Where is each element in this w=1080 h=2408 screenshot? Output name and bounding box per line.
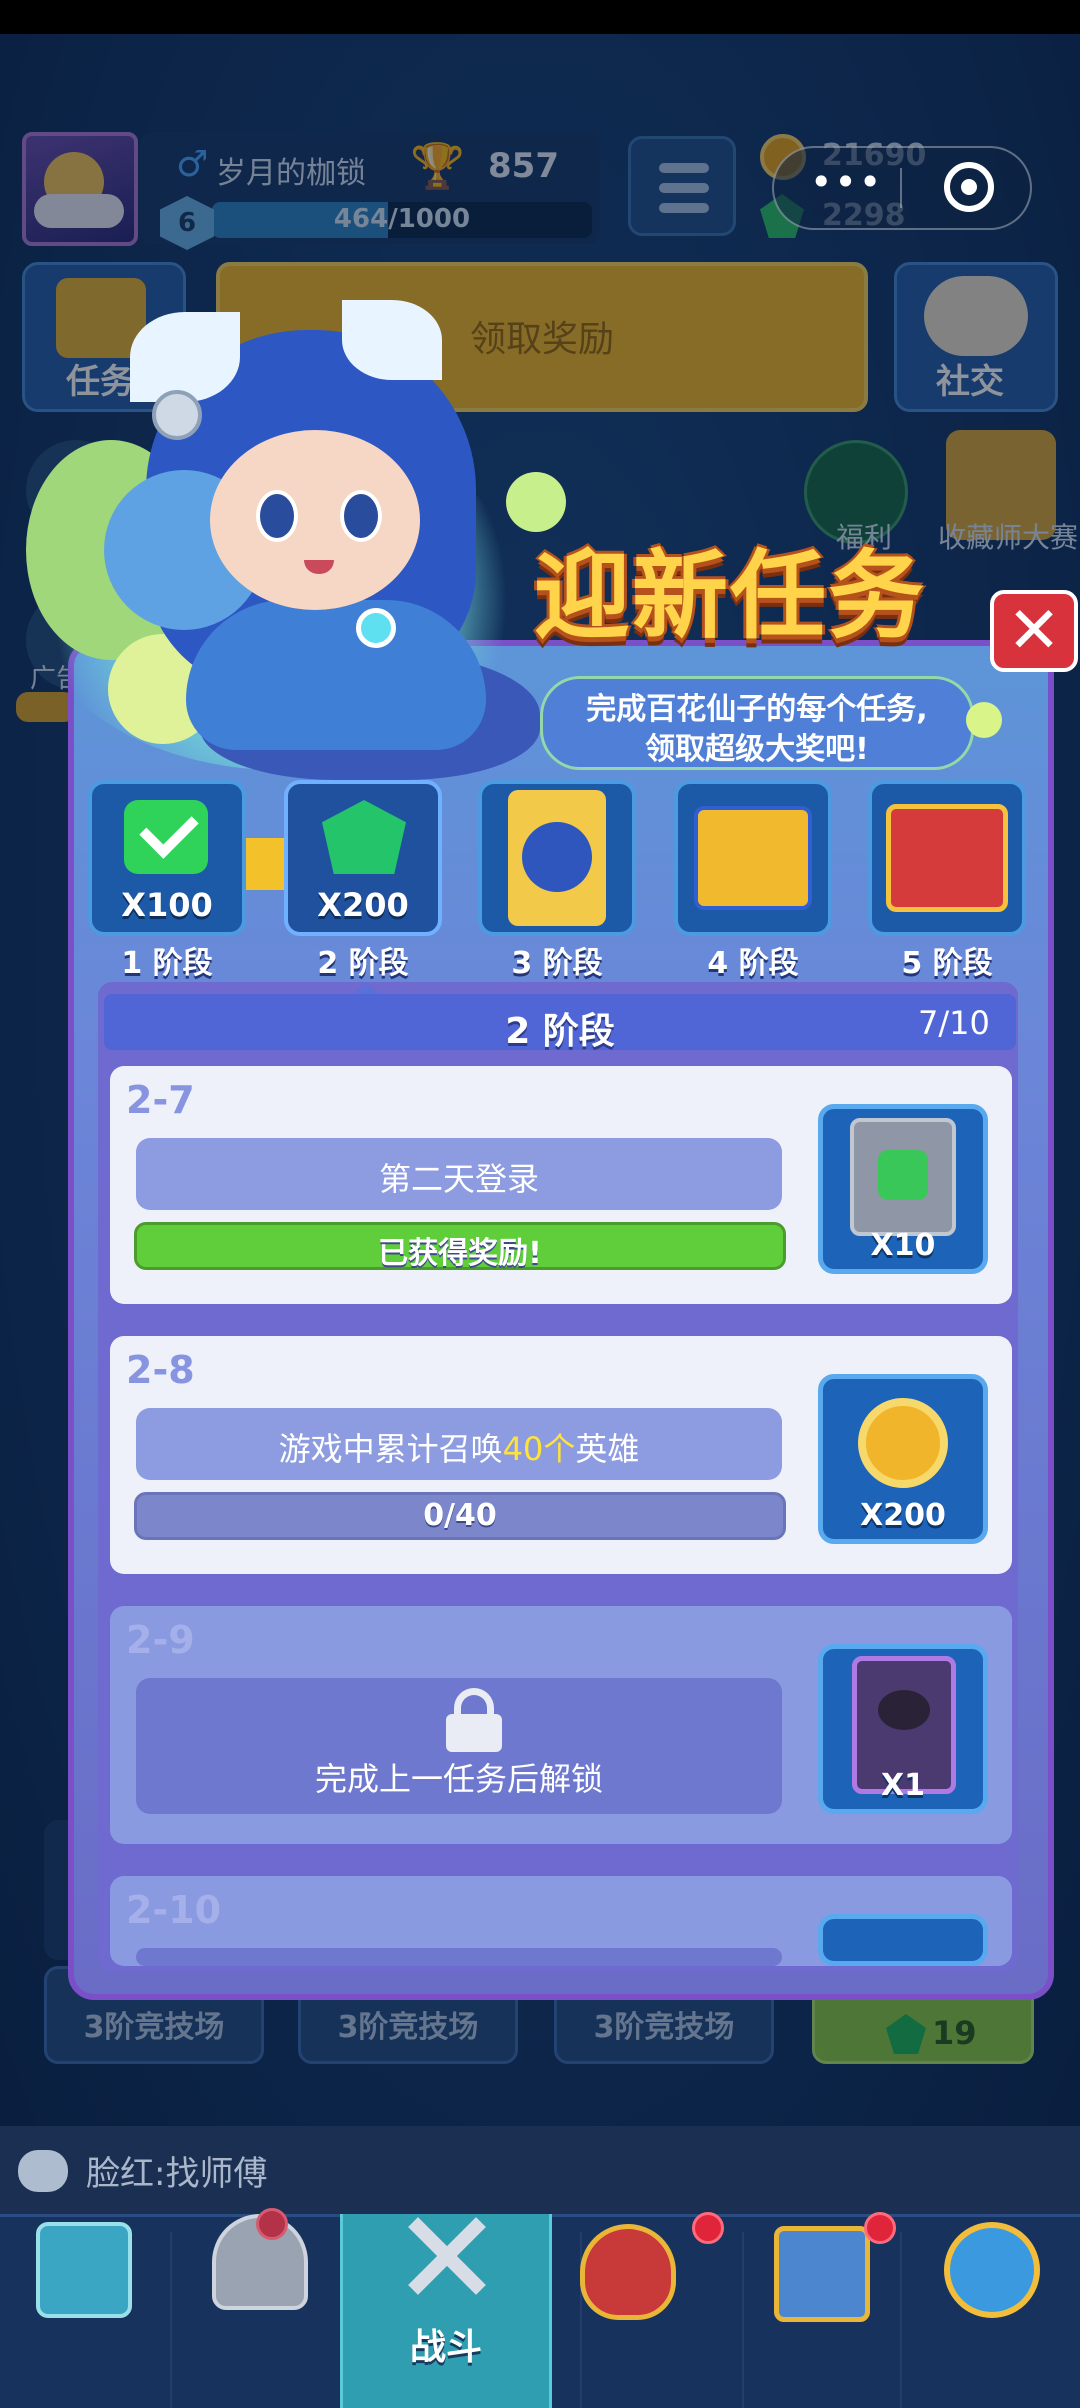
reward-qty: X10 — [870, 1228, 936, 1263]
fairy-body — [186, 600, 486, 750]
task-desc-pre: 游戏中累计召唤 — [278, 1430, 503, 1468]
gold-chest-icon — [694, 806, 812, 910]
compass-nav-icon[interactable] — [944, 2222, 1040, 2318]
stage-3-label: 3 阶段 — [511, 946, 603, 981]
stage-5-label: 5 阶段 — [901, 946, 993, 981]
nav-divider — [900, 2232, 902, 2408]
task-bar-text: 0/40 — [423, 1498, 497, 1533]
red-chest-icon — [886, 804, 1008, 912]
section-progress: 7/10 — [918, 1004, 990, 1042]
exit-target-icon[interactable] — [944, 162, 994, 212]
stage-2-label: 2 阶段 — [317, 946, 409, 981]
fairy-brooch — [356, 608, 396, 648]
task-id: 2-9 — [126, 1618, 195, 1662]
stage-1-qty: X100 — [121, 886, 213, 924]
task-desc-post: 英雄 — [575, 1430, 640, 1468]
treasure-chest-nav-icon[interactable] — [36, 2222, 132, 2318]
section-title: 2 阶段 — [505, 1011, 615, 1052]
close-button[interactable]: ✕ — [990, 590, 1078, 672]
chat-bubble-icon — [18, 2150, 68, 2192]
fairy-wing-left — [130, 312, 240, 402]
coin-icon — [858, 1398, 948, 1488]
crossed-swords-icon — [396, 2208, 496, 2300]
reward-qty: X1 — [880, 1768, 925, 1803]
fairy-face — [210, 430, 420, 610]
lock-icon — [446, 1688, 502, 1752]
notification-dot — [692, 2212, 724, 2244]
glow-orb — [966, 702, 1002, 738]
reward-button[interactable] — [818, 1914, 988, 1966]
stage-4-label: 4 阶段 — [707, 946, 799, 981]
subtitle-line-1: 完成百花仙子的每个任务, — [586, 692, 928, 727]
notification-dot — [864, 2212, 896, 2244]
task-desc-highlight: 40个 — [502, 1430, 576, 1468]
status-bar — [0, 0, 1080, 34]
hero-card-portrait — [522, 822, 592, 892]
task-bar-text: 已获得奖励! — [378, 1236, 542, 1271]
nav-divider — [170, 2232, 172, 2408]
hood-face — [878, 1690, 930, 1730]
reward-qty: X200 — [860, 1498, 946, 1533]
task-id: 2-7 — [126, 1078, 195, 1122]
helmet-plume — [256, 2208, 288, 2240]
fairy-hair-ornament — [152, 390, 202, 440]
card-check-mark — [878, 1150, 928, 1200]
stage-2-qty: X200 — [317, 886, 409, 924]
stage-1-label: 1 阶段 — [121, 946, 213, 981]
check-icon — [124, 800, 208, 874]
crown-shield-nav-icon[interactable] — [580, 2224, 676, 2320]
more-options-icon[interactable]: ••• — [810, 160, 883, 204]
capsule-divider — [900, 168, 902, 208]
locked-box — [136, 1948, 782, 1966]
fairy-wing-right — [342, 300, 442, 380]
subtitle-line-2: 领取超级大奖吧! — [645, 732, 869, 767]
locked-text: 完成上一任务后解锁 — [314, 1760, 603, 1798]
fairy-eye — [256, 490, 298, 542]
nav-battle-label: 战斗 — [409, 2327, 482, 2368]
lock-body — [446, 1714, 502, 1752]
popup-title: 迎新任务 — [534, 540, 926, 652]
task-id: 2-10 — [126, 1888, 222, 1932]
task-desc: 游戏中累计召唤40个英雄 — [136, 1424, 782, 1470]
task-desc: 第二天登录 — [378, 1160, 539, 1198]
chat-message: 脸红:找师傅 — [86, 2154, 268, 2194]
fairy-eye — [340, 490, 382, 542]
task-id: 2-8 — [126, 1348, 195, 1392]
nav-divider — [742, 2232, 744, 2408]
guild-banner-nav-icon[interactable] — [774, 2226, 870, 2322]
